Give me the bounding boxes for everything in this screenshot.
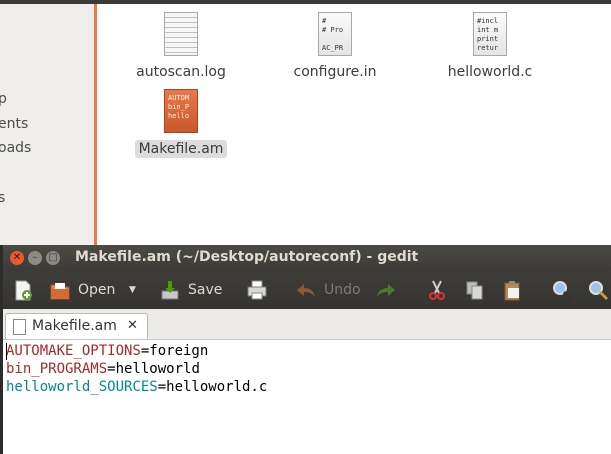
save-button[interactable]: Save — [159, 278, 222, 302]
code-line: AUTOMAKE_OPTIONS=foreign — [6, 342, 611, 360]
title-bar[interactable]: ✕ – □ Makefile.am (~/Desktop/autoreconf)… — [3, 245, 611, 271]
places-sidebar: p ents oads s — [0, 4, 94, 245]
code-line: bin_PROGRAMS=helloworld — [6, 360, 611, 378]
text-cursor — [6, 343, 7, 360]
file-preview-snippet: #incl int m print retur — [477, 17, 499, 52]
document-tab-bar: Makefile.am ✕ — [3, 309, 611, 340]
paste-button[interactable] — [501, 278, 530, 302]
variable-name: bin_PROGRAMS — [6, 361, 108, 377]
text-file-icon — [13, 319, 26, 335]
variable-value: =foreign — [140, 343, 209, 359]
cut-button[interactable] — [426, 278, 455, 302]
file-name: autoscan.log — [136, 64, 226, 80]
chevron-down-icon: ▼ — [129, 285, 136, 295]
window-title: Makefile.am (~/Desktop/autoreconf) - ged… — [75, 249, 419, 265]
variable-name: AUTOMAKE_OPTIONS — [6, 343, 141, 359]
gedit-window: ✕ – □ Makefile.am (~/Desktop/autoreconf)… — [3, 245, 611, 454]
sidebar-item-desktop[interactable]: p — [0, 91, 7, 107]
find-button[interactable] — [551, 278, 580, 302]
find-replace-icon — [587, 279, 609, 301]
print-button[interactable] — [246, 278, 275, 302]
sidebar-item-downloads[interactable]: oads — [0, 140, 31, 156]
search-icon — [551, 279, 573, 301]
tab-makefile-am[interactable]: Makefile.am ✕ — [5, 313, 148, 339]
save-label: Save — [188, 282, 223, 298]
file-name: Makefile.am — [134, 140, 228, 158]
new-document-icon — [12, 279, 34, 301]
undo-button[interactable]: Undo — [295, 278, 361, 302]
file-name: configure.in — [293, 64, 377, 80]
open-recent-dropdown[interactable]: ▼ — [129, 278, 136, 302]
file-configure-in[interactable]: # # Pro AC_PR configure.in — [280, 12, 390, 81]
file-makefile-am[interactable]: AUTOM bin_P hello Makefile.am — [126, 89, 236, 158]
file-name: helloworld.c — [447, 64, 533, 80]
close-tab-icon[interactable]: ✕ — [127, 318, 138, 333]
text-file-icon — [164, 12, 198, 56]
open-folder-icon — [49, 279, 71, 301]
copy-button[interactable] — [464, 278, 493, 302]
makefile-icon: AUTOM bin_P hello — [164, 89, 198, 133]
file-helloworld-c[interactable]: #incl int m print retur helloworld.c — [435, 12, 545, 81]
sidebar-divider — [94, 4, 97, 245]
text-editor-area[interactable]: AUTOMAKE_OPTIONS=foreign bin_PROGRAMS=he… — [3, 340, 611, 454]
file-preview-snippet: AUTOM bin_P hello — [168, 94, 190, 120]
undo-arrow-icon — [295, 279, 317, 301]
save-icon — [159, 279, 181, 301]
text-file-icon: # # Pro AC_PR — [318, 12, 352, 56]
code-line: helloworld_SOURCES=helloworld.c — [6, 378, 611, 396]
undo-label: Undo — [324, 282, 361, 298]
redo-button[interactable] — [375, 278, 404, 302]
file-manager-window: p ents oads s autoscan.log # # Pro AC_PR… — [0, 0, 611, 245]
new-document-button[interactable] — [12, 278, 41, 302]
sidebar-item-pictures[interactable]: s — [0, 190, 5, 206]
maximize-window-button[interactable]: □ — [46, 251, 60, 265]
file-autoscan-log[interactable]: autoscan.log — [126, 12, 236, 81]
variable-value: =helloworld.c — [157, 379, 268, 395]
open-label: Open — [78, 282, 116, 298]
variable-value: =helloworld — [107, 361, 200, 377]
scissors-icon — [426, 279, 448, 301]
find-replace-button[interactable] — [587, 278, 611, 302]
open-button[interactable]: Open — [49, 278, 115, 302]
tab-label: Makefile.am — [32, 318, 117, 334]
printer-icon — [246, 279, 268, 301]
minimize-window-button[interactable]: – — [28, 251, 42, 265]
clipboard-icon — [501, 279, 523, 301]
c-source-file-icon: #incl int m print retur — [473, 12, 507, 56]
file-preview-snippet: # # Pro AC_PR — [322, 17, 344, 52]
close-window-button[interactable]: ✕ — [10, 251, 24, 265]
sidebar-item-documents[interactable]: ents — [0, 116, 28, 132]
variable-name: helloworld_SOURCES — [6, 379, 158, 395]
copy-icon — [464, 279, 486, 301]
toolbar: Open ▼ Save Undo — [3, 271, 611, 309]
redo-arrow-icon — [375, 279, 397, 301]
